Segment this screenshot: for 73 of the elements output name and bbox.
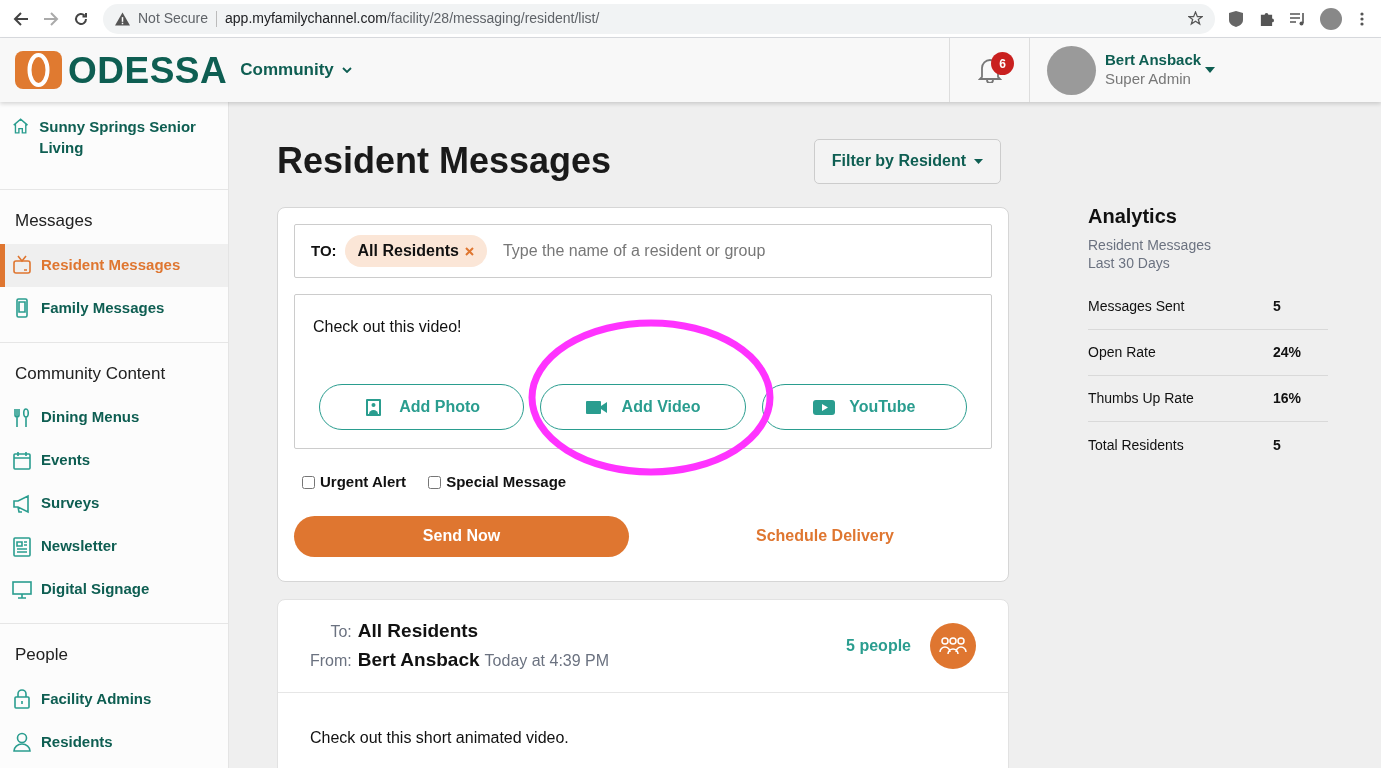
to-label: To: xyxy=(329,622,352,642)
user-name[interactable]: Bert Ansback xyxy=(1105,51,1202,70)
menu-icon[interactable] xyxy=(1360,11,1364,26)
checkbox[interactable] xyxy=(302,475,315,489)
filter-dropdown[interactable]: Filter by Resident xyxy=(813,138,1001,184)
nav-item[interactable]: Surveys xyxy=(0,482,228,525)
fork-spoon-icon xyxy=(12,407,32,428)
to-label: TO: xyxy=(311,240,337,261)
url-text[interactable]: app.myfamilychannel.com/facility/28/messaging/resident/list/ xyxy=(225,8,600,29)
nav-item[interactable]: Digital Signage xyxy=(0,568,228,611)
security-label: Not Secure xyxy=(138,9,209,28)
section-heading: Community Content xyxy=(14,362,167,385)
message-time: Today at 4:39 PM xyxy=(484,650,610,671)
warning-icon xyxy=(115,11,130,26)
stat-value: 5 xyxy=(1273,435,1281,455)
analytics-title: Analytics xyxy=(1088,204,1178,229)
message-body: Check out this short animated video. xyxy=(309,727,570,748)
analytics-subtitle: Resident Messages xyxy=(1088,237,1212,255)
puzzle-icon[interactable] xyxy=(1259,11,1274,26)
recipient-field[interactable]: TO: All Residents Type the name of a resident or group xyxy=(294,224,992,278)
recipient-input[interactable]: Type the name of a resident or group xyxy=(502,239,975,263)
analytics-period: Last 30 Days xyxy=(1088,254,1171,272)
facility-name[interactable]: Sunny Springs Senior Living xyxy=(39,116,216,158)
stat-label: Open Rate xyxy=(1088,343,1157,362)
stat-label: Messages Sent xyxy=(1088,297,1186,316)
caret-icon[interactable] xyxy=(1205,67,1216,73)
section-heading: People xyxy=(14,644,69,666)
profile-avatar[interactable] xyxy=(1320,7,1342,30)
newspaper-icon xyxy=(12,536,32,557)
home-icon xyxy=(12,116,30,136)
page-title: Resident Messages xyxy=(277,139,612,183)
logo-icon[interactable] xyxy=(15,51,62,89)
reload-icon[interactable] xyxy=(73,10,89,27)
back-icon[interactable] xyxy=(13,10,29,27)
section-heading: Messages xyxy=(14,210,94,232)
person-icon xyxy=(12,732,32,752)
monitor-icon xyxy=(12,579,32,600)
from-label: From: xyxy=(310,650,352,671)
user-role: Super Admin xyxy=(1105,70,1192,89)
checkbox[interactable] xyxy=(428,475,442,489)
address-bar[interactable]: Not Secure app.myfamilychannel.com/facility/28/messaging/resident/list/ xyxy=(103,3,1215,34)
shield-icon[interactable] xyxy=(1229,10,1243,27)
megaphone-icon xyxy=(12,493,32,514)
stat-value: 16% xyxy=(1273,389,1302,408)
nav-item[interactable]: Residents xyxy=(0,720,228,764)
nav-item[interactable]: Family Messages xyxy=(0,286,228,330)
sender-name: Bert Ansback xyxy=(357,647,480,672)
stat-label: Total Residents xyxy=(1088,435,1185,455)
nav-item[interactable]: Events xyxy=(0,439,228,482)
user-avatar[interactable] xyxy=(1047,45,1096,95)
tv-icon xyxy=(12,255,32,275)
playlist-icon[interactable] xyxy=(1290,11,1306,26)
nav-item[interactable]: Newsletter xyxy=(0,525,228,568)
calendar-icon xyxy=(12,450,32,471)
brand-name[interactable]: ODESSA xyxy=(68,51,228,89)
checkbox-label[interactable]: Urgent Alert xyxy=(320,471,407,494)
caret-icon xyxy=(974,158,983,164)
lock-icon xyxy=(12,689,32,709)
stat-value: 24% xyxy=(1273,343,1302,362)
checkbox-label[interactable]: Special Message xyxy=(446,471,567,494)
nav-item[interactable]: Facility Admins xyxy=(0,677,228,721)
nav-item[interactable]: Dining Menus xyxy=(0,396,228,439)
recipient-chip[interactable]: All Residents xyxy=(344,235,487,267)
stat-label: Thumbs Up Rate xyxy=(1088,389,1195,408)
recipient-name: All Residents xyxy=(357,619,480,643)
chevron-icon xyxy=(341,67,352,73)
notification-badge: 6 xyxy=(991,52,1014,75)
remove-icon[interactable] xyxy=(464,246,474,256)
audience-count: 5 people xyxy=(846,635,911,656)
star-icon[interactable] xyxy=(1188,11,1203,26)
stat-value: 5 xyxy=(1273,297,1281,316)
community-dropdown[interactable]: Community xyxy=(240,57,352,83)
group-icon xyxy=(939,635,967,656)
